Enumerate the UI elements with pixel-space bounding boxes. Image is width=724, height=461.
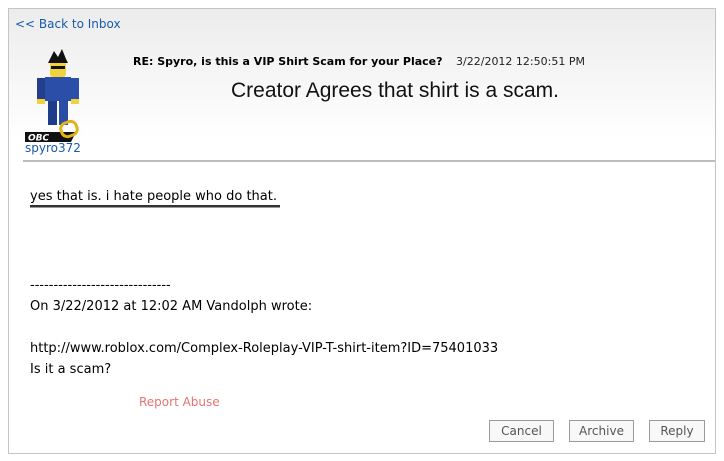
back-to-inbox-link[interactable]: << Back to Inbox bbox=[15, 17, 121, 31]
message-headline: Creator Agrees that shirt is a scam. bbox=[231, 79, 559, 102]
reply-button[interactable]: Reply bbox=[649, 420, 705, 442]
header-divider bbox=[23, 160, 715, 162]
archive-button[interactable]: Archive bbox=[569, 420, 634, 442]
subject-line: RE: Spyro, is this a VIP Shirt Scam for … bbox=[133, 55, 585, 68]
message-panel: << Back to Inbox OBC spyro372 RE: Spyro,… bbox=[8, 8, 716, 454]
sender-username-link[interactable]: spyro372 bbox=[25, 141, 81, 155]
quoted-message: ------------------------------ On 3/22/2… bbox=[30, 275, 498, 380]
cancel-button[interactable]: Cancel bbox=[489, 420, 554, 442]
report-abuse-link[interactable]: Report Abuse bbox=[139, 395, 220, 409]
quote-url: http://www.roblox.com/Complex-Roleplay-V… bbox=[30, 341, 499, 356]
quote-separator: ------------------------------ bbox=[30, 278, 171, 293]
quote-question: Is it a scam? bbox=[30, 362, 112, 377]
avatar-figure-icon: OBC bbox=[25, 49, 79, 144]
message-date: 3/22/2012 12:50:51 PM bbox=[456, 55, 585, 68]
message-subject: RE: Spyro, is this a VIP Shirt Scam for … bbox=[133, 55, 443, 68]
avatar[interactable]: OBC bbox=[24, 47, 90, 144]
reply-text: yes that is. i hate people who do that. bbox=[30, 189, 280, 207]
quote-header: On 3/22/2012 at 12:02 AM Vandolph wrote: bbox=[30, 299, 313, 314]
